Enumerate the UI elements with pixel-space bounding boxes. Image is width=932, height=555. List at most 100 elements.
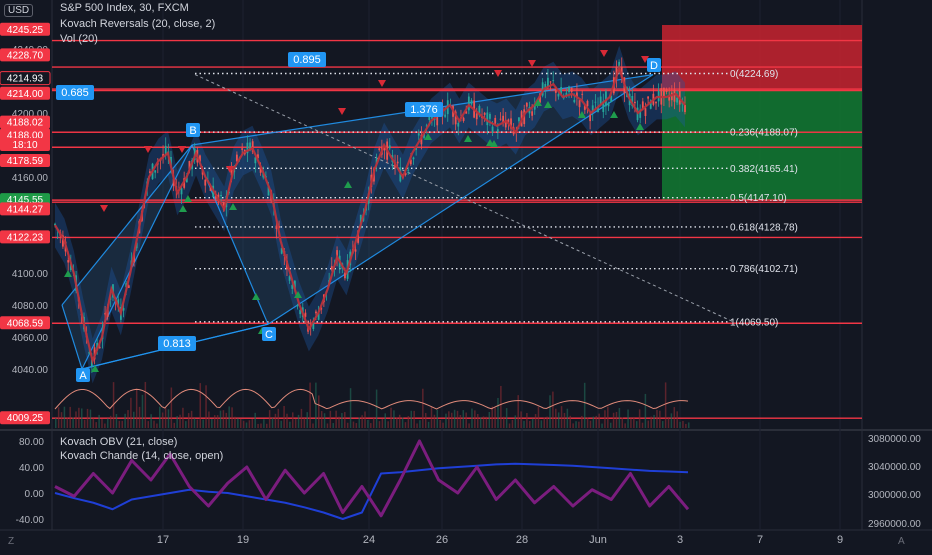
- volume-bar: [682, 420, 684, 428]
- volume-bar: [98, 414, 100, 428]
- volume-bar: [141, 394, 144, 428]
- volume-bar: [485, 416, 488, 428]
- volume-bar: [182, 407, 184, 428]
- volume-bar: [63, 406, 66, 428]
- volume-bar: [315, 382, 317, 428]
- currency-badge[interactable]: USD: [4, 4, 34, 17]
- candle-body: [655, 101, 657, 104]
- volume-bar: [546, 416, 548, 428]
- volume-bar: [439, 419, 441, 428]
- candle-body: [665, 89, 668, 93]
- volume-bar: [216, 415, 219, 428]
- volume-bar: [621, 417, 624, 428]
- candle-body: [315, 311, 317, 314]
- volume-bar: [534, 414, 537, 428]
- time-tick-label: 28: [516, 534, 528, 546]
- volume-bar: [445, 413, 447, 428]
- volume-bar: [294, 418, 297, 428]
- volume-bar: [83, 419, 86, 428]
- volume-bar: [378, 421, 381, 428]
- obv-tick-label: 3080000.00: [868, 434, 921, 445]
- obv-tick-label: 2960000.00: [868, 519, 921, 530]
- volume-bar: [69, 406, 71, 428]
- volume-bar: [401, 417, 404, 428]
- volume-bar: [641, 422, 644, 428]
- volume-bar: [505, 408, 508, 428]
- candle-body: [330, 266, 333, 270]
- volume-bar: [358, 417, 360, 428]
- candle-body: [578, 100, 581, 108]
- volume-bar: [228, 406, 230, 428]
- volume-bar: [442, 422, 444, 428]
- volume-bar: [422, 388, 424, 428]
- trading-chart[interactable]: 17 19 24 26 28 Jun 3 7 9 0(4224.69) 0.236(4188.07)…: [0, 0, 932, 550]
- volume-bar: [274, 413, 277, 428]
- candle-body: [354, 249, 357, 252]
- volume-bar: [453, 409, 456, 428]
- indicator-label-obv[interactable]: Kovach OBV (21, close): [60, 436, 177, 448]
- volume-bar: [676, 411, 678, 428]
- volume-bar: [601, 423, 603, 428]
- candle-body: [496, 129, 499, 133]
- volume-bar: [474, 410, 476, 428]
- price-tag-label: 4188.02: [7, 118, 44, 129]
- volume-bar: [202, 419, 204, 428]
- volume-bar: [627, 409, 629, 428]
- volume-bar: [656, 409, 658, 428]
- candle-body: [467, 96, 470, 111]
- volume-bar: [86, 408, 89, 428]
- candle-body: [220, 194, 222, 197]
- candle-body: [428, 116, 431, 120]
- volume-bar: [583, 382, 586, 428]
- volume-bar: [81, 408, 83, 428]
- volume-bar: [404, 422, 407, 428]
- volume-bar: [670, 413, 673, 428]
- candle-body: [644, 108, 647, 117]
- volume-bar: [630, 418, 632, 428]
- volume-bar: [615, 411, 618, 428]
- indicator-label-reversals[interactable]: Kovach Reversals (20, close, 2): [60, 18, 215, 30]
- volume-bar: [329, 410, 332, 428]
- volume-bar: [78, 407, 80, 428]
- candle-body: [378, 148, 381, 150]
- volume-bar: [222, 410, 225, 428]
- oscillator-tick-label: 0.00: [25, 489, 45, 500]
- time-tick-label: 19: [237, 534, 249, 546]
- volume-bar: [115, 413, 118, 428]
- volume-bar: [638, 409, 641, 428]
- volume-bar: [280, 420, 282, 428]
- chart-canvas[interactable]: 17 19 24 26 28 Jun 3 7 9 0(4224.69) 0.236(4188.07)…: [0, 0, 932, 550]
- volume-bar: [231, 407, 233, 428]
- volume-bar: [346, 422, 349, 428]
- volume-bar: [462, 410, 465, 428]
- volume-bar: [410, 410, 413, 428]
- volume-bar: [468, 423, 470, 428]
- price-tag-label: 4068.59: [7, 318, 44, 329]
- volume-bar: [650, 416, 652, 428]
- volume-bar: [537, 406, 540, 428]
- fibonacci-level-label: 1(4069.50): [730, 317, 778, 328]
- auto-scale-icon[interactable]: A: [898, 536, 905, 547]
- volume-bar: [268, 410, 271, 428]
- volume-bar: [491, 406, 493, 428]
- volume-bar: [552, 391, 554, 428]
- volume-bar: [190, 410, 193, 428]
- zoom-icon[interactable]: Z: [8, 536, 14, 547]
- candle-body: [241, 148, 244, 150]
- volume-bar: [104, 423, 106, 428]
- volume-bar: [503, 416, 505, 428]
- volume-bar: [523, 420, 525, 428]
- candle-body: [525, 102, 528, 107]
- indicator-label-chande[interactable]: Kovach Chande (14, close, open): [60, 450, 223, 462]
- volume-bar: [618, 408, 621, 428]
- indicator-label-volume[interactable]: Vol (20): [60, 33, 98, 45]
- volume-bar: [153, 420, 155, 428]
- volume-bar: [176, 416, 178, 428]
- volume-bar: [251, 419, 254, 428]
- obv-tick-label: 3040000.00: [868, 462, 921, 473]
- fibonacci-level-label: 0.786(4102.71): [730, 264, 798, 275]
- volume-bar: [456, 410, 459, 428]
- volume-bar: [205, 385, 207, 428]
- volume-bar: [549, 395, 551, 428]
- volume-bar: [254, 412, 256, 428]
